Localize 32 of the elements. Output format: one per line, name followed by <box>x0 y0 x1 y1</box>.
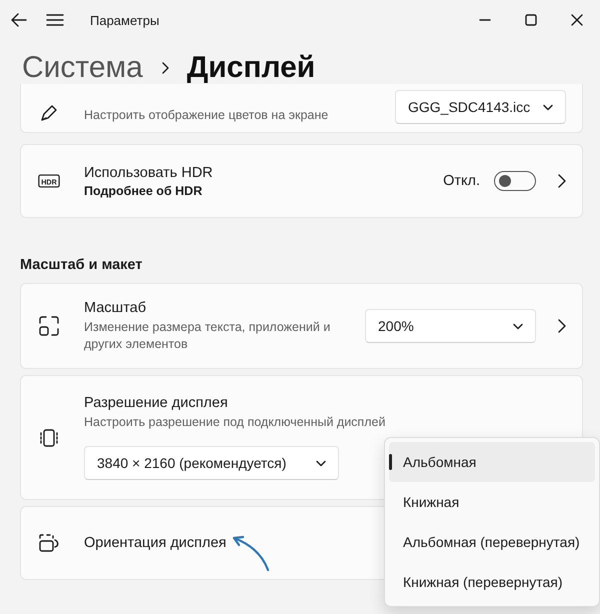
chevron-icon[interactable] <box>558 174 566 188</box>
setting-description: Настроить разрешение под подключенный дисплей <box>84 414 386 431</box>
setting-description: Настроить отображение цветов на экране <box>84 107 328 124</box>
dropdown[interactable]: GGG_SDC4143.icc <box>395 90 566 124</box>
caret-icon <box>543 104 553 110</box>
window-title: Параметры <box>90 12 160 28</box>
setting-title: Использовать HDR <box>84 164 213 180</box>
menu-item[interactable]: Книжная <box>389 482 595 522</box>
menu-item[interactable]: Книжная (перевернутая) <box>389 562 595 602</box>
chevron-icon[interactable] <box>558 319 566 333</box>
caret-icon <box>513 322 523 330</box>
orientation-icon <box>38 532 60 554</box>
resolution-icon <box>38 426 60 448</box>
setting-title: Ориентация дисплея <box>84 535 226 551</box>
maximize-icon[interactable] <box>524 13 538 27</box>
toggle-switch[interactable] <box>494 171 536 191</box>
page-title: Дисплей <box>186 51 316 85</box>
setting-title: Масштаб <box>84 300 146 316</box>
back-icon[interactable] <box>10 11 28 29</box>
dropdown[interactable]: 200% <box>365 309 536 343</box>
breadcrumb-link[interactable]: Система <box>22 51 143 85</box>
toggle-state: Откл. <box>443 173 480 189</box>
caret-icon <box>316 460 326 466</box>
menu-item[interactable]: Альбомная <box>389 442 595 482</box>
section-title: Масштаб и макет <box>20 257 144 273</box>
scale-icon <box>38 315 60 337</box>
dropdown[interactable]: 3840 × 2160 (рекомендуется) <box>84 446 339 480</box>
learn-more-link[interactable]: Подробнее об HDR <box>84 184 202 198</box>
close-icon[interactable] <box>570 13 584 27</box>
setting-title: Разрешение дисплея <box>84 395 228 411</box>
menu-item[interactable]: Альбомная (перевернутая) <box>389 522 595 562</box>
setting-description: Изменение размера текста, приложений и других элементов <box>84 318 332 352</box>
